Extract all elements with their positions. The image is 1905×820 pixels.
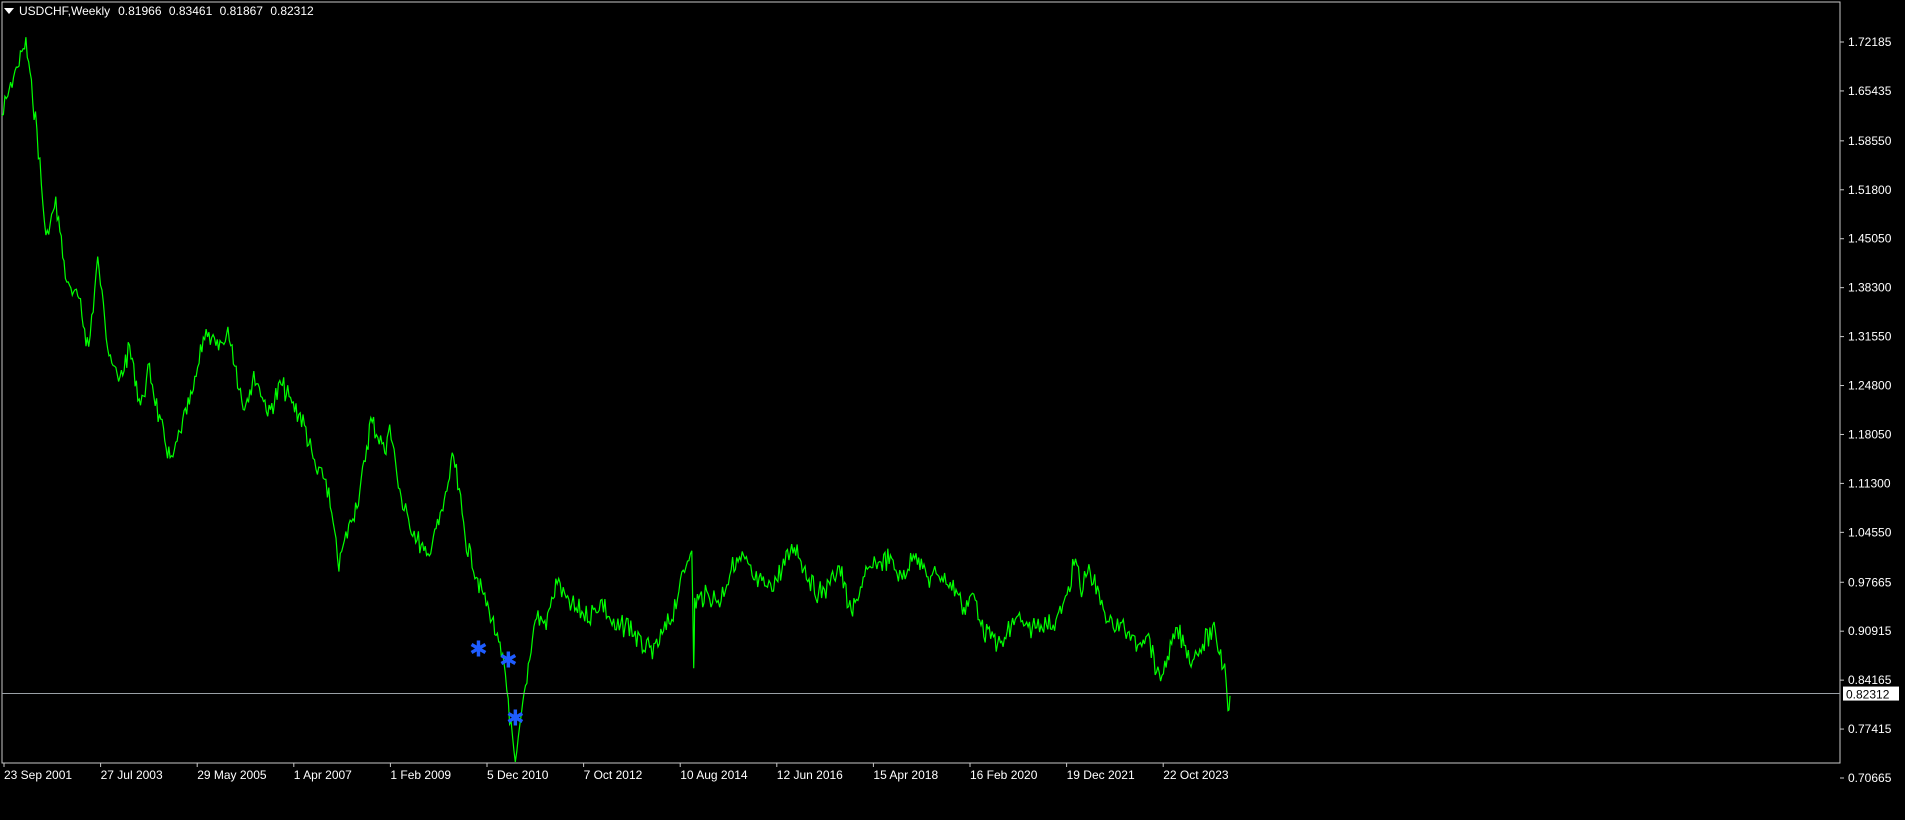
y-tick-label: 1.51800 [1848,183,1892,197]
y-tick-label: 0.70665 [1848,771,1892,785]
x-tick-label: 10 Aug 2014 [680,768,748,782]
x-tick-label: 5 Dec 2010 [487,768,549,782]
x-tick-label: 1 Feb 2009 [390,768,451,782]
symbol-timeframe: USDCHF,Weekly [19,4,111,18]
x-tick-label: 16 Feb 2020 [970,768,1038,782]
marker-layer: ✱ ✱ ✱ [469,638,524,732]
y-tick-label: 1.24800 [1848,379,1892,393]
open-value: 0.81966 [118,4,162,18]
y-tick-label: 0.84165 [1848,673,1892,687]
current-price-label: 0.82312 [1846,688,1890,702]
x-tick-label: 15 Apr 2018 [873,768,938,782]
series-layer [1,37,1231,762]
x-tick-label: 27 Jul 2003 [101,768,163,782]
x-tick-label: 22 Oct 2023 [1163,768,1229,782]
y-tick-label: 1.11300 [1848,476,1891,490]
y-tick-label: 1.31550 [1848,330,1892,344]
x-tick-label: 12 Jun 2016 [777,768,843,782]
signal-marker-icon: ✱ [499,649,517,674]
y-tick-label: 0.97665 [1848,575,1892,589]
low-value: 0.81867 [219,4,263,18]
signal-marker-icon: ✱ [506,707,524,732]
y-tick-label: 1.04550 [1848,525,1892,539]
price-series-line [1,37,1231,762]
plot-frame [1,1,1841,764]
dropdown-triangle-icon[interactable] [4,8,14,14]
y-tick-label: 0.77415 [1848,722,1892,736]
y-tick-label: 1.38300 [1848,281,1892,295]
signal-marker-icon: ✱ [469,638,487,663]
current-price-tag: 0.82312 [1843,686,1899,702]
ohlc-readout: 0.81966 0.83461 0.81867 0.82312 [118,4,318,18]
y-tick-label: 1.65435 [1848,84,1892,98]
close-value: 0.82312 [270,4,314,18]
x-tick-label: 7 Oct 2012 [584,768,643,782]
y-tick-label: 1.58550 [1848,134,1892,148]
x-tick-label: 1 Apr 2007 [294,768,352,782]
price-chart[interactable]: ✱ ✱✱ 1.721851.654351.585501.518001.450501… [0,0,1905,820]
x-tick-label: 29 May 2005 [197,768,267,782]
x-tick-label: 23 Sep 2001 [4,768,72,782]
high-value: 0.83461 [168,4,213,18]
y-tick-label: 1.72185 [1848,35,1892,49]
y-tick-label: 1.18050 [1848,427,1892,441]
chart-header: USDCHF,Weekly 0.81966 0.83461 0.81867 0.… [4,4,318,18]
x-tick-label: 19 Dec 2021 [1067,768,1135,782]
y-axis: 1.72185 1.65435 1.58550 1.51800 1.45050 1.383… [1840,35,1892,785]
y-tick-label: 0.90915 [1848,624,1892,638]
y-tick-label: 1.45050 [1848,232,1892,246]
x-axis: 23 Sep 2001 27 Jul 2003 29 May 2005 1 Apr 2… [3,763,1229,782]
